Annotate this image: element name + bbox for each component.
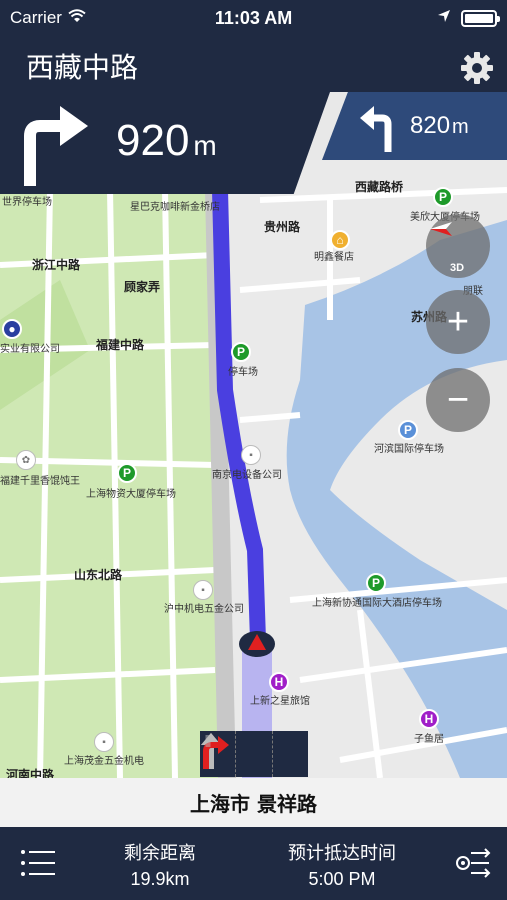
- map-label-starbucks: 星巴克咖啡新金桥店: [130, 202, 220, 213]
- current-road-label: 上海市 景祥路: [0, 778, 507, 827]
- settings-button[interactable]: [459, 50, 495, 86]
- battery-icon: [461, 9, 500, 27]
- eta-value: 5:00 PM: [308, 869, 376, 889]
- food-icon[interactable]: ⌂: [330, 230, 350, 250]
- map-label-zhejiang-rd: 浙江中路: [32, 258, 81, 272]
- map-label-fujian-rd: 福建中路: [96, 338, 145, 352]
- map-label-wuzi-parking: 上海物资大厦停车场: [86, 489, 176, 500]
- location-arrow-icon: [437, 8, 451, 28]
- following-turn-panel: 820 m: [322, 92, 507, 160]
- lane-guidance: [200, 731, 308, 777]
- lane-right-turn: [203, 731, 308, 777]
- following-turn-distance: 820 m: [410, 112, 469, 140]
- gear-icon: [461, 52, 493, 84]
- carrier-label: Carrier: [10, 8, 62, 27]
- map-label-mingxin: 明鑫餐店: [314, 252, 354, 263]
- following-turn-distance-unit: m: [452, 116, 469, 138]
- route-options-button[interactable]: [453, 845, 493, 881]
- route-settings-icon: [456, 848, 491, 878]
- map-label-shandong-rd: 山东北路: [74, 568, 123, 582]
- parking-icon[interactable]: P: [231, 342, 251, 362]
- status-bar: Carrier 11:03 AM: [0, 0, 507, 36]
- map-label-guizhou-rd: 贵州路: [264, 220, 301, 234]
- next-turn-distance: 920 m: [116, 116, 217, 166]
- next-turn-panel: 920 m: [0, 92, 330, 194]
- following-turn-distance-value: 820: [410, 112, 451, 139]
- parking-icon[interactable]: P: [398, 420, 418, 440]
- restaurant-icon[interactable]: ✿: [16, 450, 36, 470]
- building-icon[interactable]: ▪: [94, 732, 114, 752]
- remaining-distance-label: 剩余距离: [124, 843, 196, 864]
- wifi-icon: [68, 8, 86, 28]
- map-label-hebin-parking: 河滨国际停车场: [374, 444, 444, 455]
- map-label-world-parking: 世界停车场: [2, 197, 52, 208]
- map-label-henan-rd: 河南中路: [6, 768, 55, 778]
- map-label-parking: 停车场: [228, 367, 258, 378]
- parking-icon[interactable]: P: [366, 573, 386, 593]
- nav-header: 西藏中路: [0, 36, 507, 92]
- map-label-equip-co: 南京电设备公司: [212, 470, 282, 481]
- remaining-distance: 剩余距离 19.9km: [110, 839, 210, 890]
- menu-button[interactable]: [20, 847, 56, 879]
- hotel-icon[interactable]: H: [269, 672, 289, 692]
- map-label-hudong-hardware: 沪中机电五金公司: [164, 604, 244, 615]
- lane-straight: [201, 731, 273, 777]
- right-turn-arrow-icon: [203, 735, 229, 769]
- map-view[interactable]: 西藏路桥 贵州路 浙江中路 顾家弄 福建中路 苏州路 山东北路 河南中路 世界停…: [0, 160, 507, 778]
- company-icon[interactable]: ●: [2, 319, 22, 339]
- current-street-label: 西藏中路: [26, 51, 139, 84]
- parking-icon[interactable]: P: [117, 463, 137, 483]
- map-label-industry-co: 实业有限公司: [0, 344, 60, 355]
- map-label-ziyu: 子鱼居: [414, 734, 444, 745]
- turn-left-arrow-icon: [360, 106, 392, 152]
- map-label-gujianong: 顾家弄: [124, 280, 161, 294]
- bottom-bar: 剩余距离 19.9km 预计抵达时间 5:00 PM: [0, 827, 507, 900]
- map-label-wonton: 福建千里香馄饨王: [0, 476, 80, 487]
- eta: 预计抵达时间 5:00 PM: [270, 839, 414, 890]
- eta-label: 预计抵达时间: [288, 843, 396, 864]
- next-turn-distance-unit: m: [193, 130, 217, 161]
- zoom-out-button[interactable]: −: [426, 368, 490, 432]
- next-turn-distance-value: 920: [116, 116, 190, 165]
- zoom-in-button[interactable]: +: [426, 290, 490, 354]
- parking-icon[interactable]: P: [433, 187, 453, 207]
- turn-right-arrow-icon: [24, 106, 88, 186]
- hotel-icon[interactable]: H: [419, 709, 439, 729]
- building-icon[interactable]: ▪: [193, 580, 213, 600]
- map-label-maolong: 上海茂金五金机电: [64, 756, 144, 767]
- compass-icon: [430, 222, 452, 236]
- map-label-xinxie-hotel: 上海新协通国际大酒店停车场: [312, 598, 442, 609]
- building-icon[interactable]: ▪: [241, 445, 261, 465]
- remaining-distance-value: 19.9km: [130, 869, 190, 889]
- list-menu-icon: [21, 850, 55, 876]
- 3d-toggle-label[interactable]: 3D: [450, 262, 464, 274]
- map-label-xingmeng: 上新之星旅馆: [250, 696, 310, 707]
- map-label-xizang-bridge: 西藏路桥: [355, 180, 404, 194]
